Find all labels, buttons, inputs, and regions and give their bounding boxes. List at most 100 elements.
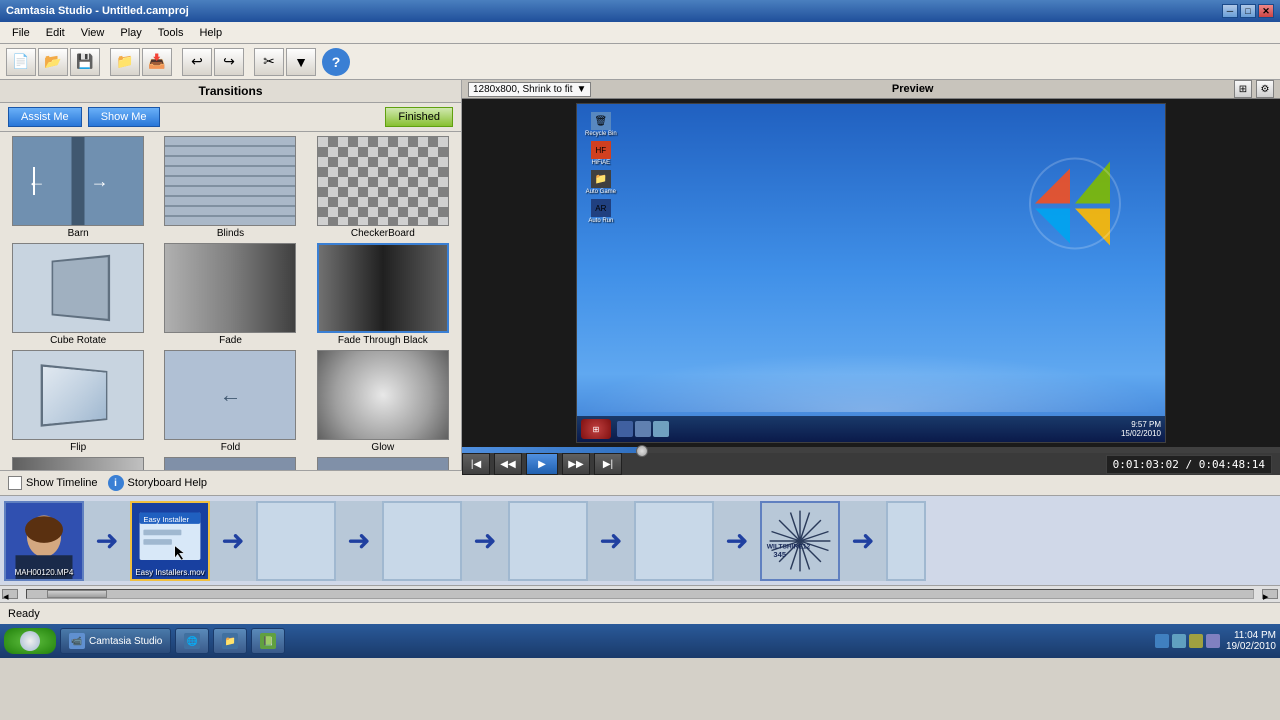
timecode-separator: / [1186,458,1199,471]
storyboard-clip-4[interactable] [382,501,462,581]
transition-blinds[interactable]: Blinds [156,136,304,239]
storyboard-clip-3[interactable] [256,501,336,581]
storyboard-transition-4[interactable]: ➜ [462,501,508,581]
title-bar: Camtasia Studio - Untitled.camproj ─ □ ✕ [0,0,1280,22]
open-file-button[interactable]: 📁 [110,48,140,76]
windows-taskbar: 📹 Camtasia Studio 🌐 📁 📗 11:04 PM 19/02/2… [0,624,1280,658]
finished-button[interactable]: Finished [385,107,453,127]
scroll-left-button[interactable]: ◂ [2,589,18,599]
transition-gradient-wipe[interactable]: Gradient Wipe [4,457,152,470]
taskbar-icon-4: 📗 [260,633,276,649]
transition-inset[interactable]: ↗↘ ↙↖ Inset [156,457,304,470]
storyboard-clip-6[interactable] [634,501,714,581]
total-time: 0:04:48:14 [1199,458,1265,471]
new-button[interactable]: 📄 [6,48,36,76]
menu-view[interactable]: View [73,25,113,41]
storyboard-transition-6[interactable]: ➜ [714,501,760,581]
maximize-button[interactable]: □ [1240,4,1256,18]
transition-arrow-3: ➜ [347,524,370,557]
transition-glow-thumb [317,350,449,440]
preview-title: Preview [597,83,1228,95]
transition-fade-thumb [164,243,296,333]
taskbar-app-3[interactable]: 📁 [213,628,247,654]
transition-fade-through-black[interactable]: Fade Through Black [309,243,457,346]
transition-barn-thumb [12,136,144,226]
flip-shape [41,364,108,426]
scroll-right-button[interactable]: ▸ [1262,589,1278,599]
storyboard-scrollbar[interactable] [26,589,1254,599]
transition-cube-rotate[interactable]: Cube Rotate [4,243,152,346]
taskbar-app-4[interactable]: 📗 [251,628,285,654]
menu-file[interactable]: File [4,25,38,41]
seek-progress [462,447,642,453]
help-button[interactable]: ? [322,48,350,76]
transition-checkerboard-label: CheckerBoard [351,228,415,239]
windows-start-button[interactable] [4,628,56,654]
transition-iris[interactable]: ↘↙ ↗↖ Iris [309,457,457,470]
show-timeline-toggle[interactable]: Show Timeline [8,476,98,490]
transition-arrow-4: ➜ [473,524,496,557]
save-button[interactable]: 💾 [70,48,100,76]
dropdown-button[interactable]: ▼ [286,48,316,76]
storyboard-clip-1[interactable]: MAH00120.MP4 [4,501,84,581]
main-content: Transitions Assist Me Show Me Finished B… [0,80,1280,470]
transition-fold[interactable]: ← Fold [156,350,304,453]
taskbar-app-camtasia[interactable]: 📹 Camtasia Studio [60,628,171,654]
show-timeline-checkbox[interactable] [8,476,22,490]
menu-edit[interactable]: Edit [38,25,73,41]
preview-settings-button[interactable]: ⚙ [1256,80,1274,98]
current-time: 0:01:03:02 [1113,458,1179,471]
transitions-grid-container[interactable]: Barn Blinds CheckerBoard Cube [0,132,461,470]
storyboard-scroll-thumb[interactable] [47,590,107,598]
cut-button[interactable]: ✂ [254,48,284,76]
storyboard-clip-end[interactable] [886,501,926,581]
transition-flip[interactable]: Flip [4,350,152,453]
storyboard-help[interactable]: i Storyboard Help [108,475,208,491]
play-button[interactable]: ▶ [526,453,558,475]
fast-forward-button[interactable]: ▶▶ [562,453,590,475]
open-button[interactable]: 📂 [38,48,68,76]
preview-fullscreen-button[interactable]: ⊞ [1234,80,1252,98]
skip-to-start-button[interactable]: |◀ [462,453,490,475]
rewind-button[interactable]: ◀◀ [494,453,522,475]
transition-checkerboard[interactable]: CheckerBoard [309,136,457,239]
storyboard-clip-5[interactable] [508,501,588,581]
storyboard-help-label: Storyboard Help [128,477,208,489]
menu-tools[interactable]: Tools [150,25,192,41]
assist-me-button[interactable]: Assist Me [8,107,82,127]
show-me-button[interactable]: Show Me [88,107,160,127]
storyboard-transition-2[interactable]: ➜ [210,501,256,581]
windows-clock-date: 19/02/2010 [1226,641,1276,652]
transitions-grid: Barn Blinds CheckerBoard Cube [4,136,457,470]
systray-icon-3 [1189,634,1203,648]
preview-tb-icon-1 [617,421,633,437]
close-button[interactable]: ✕ [1258,4,1274,18]
transition-fold-thumb: ← [164,350,296,440]
windows-systray: 11:04 PM 19/02/2010 [1155,630,1276,652]
save-as-button[interactable]: 📥 [142,48,172,76]
storyboard-transition-5[interactable]: ➜ [588,501,634,581]
resolution-selector[interactable]: 1280x800, Shrink to fit ▼ [468,82,591,97]
transition-checkerboard-thumb [317,136,449,226]
minimize-button[interactable]: ─ [1222,4,1238,18]
storyboard-clip-7[interactable]: WILTSHIRE12 345 [760,501,840,581]
storyboard-transition-3[interactable]: ➜ [336,501,382,581]
storyboard-timeline[interactable]: MAH00120.MP4 ➜ Easy Installer Easy Insta… [0,496,1280,586]
show-timeline-label: Show Timeline [26,477,98,489]
storyboard-clip-2[interactable]: Easy Installer Easy Installers.mov [130,501,210,581]
undo-button[interactable]: ↩ [182,48,212,76]
transition-barn[interactable]: Barn [4,136,152,239]
seek-bar[interactable] [462,447,1280,453]
seek-thumb[interactable] [636,445,648,457]
storyboard-transition-1[interactable]: ➜ [84,501,130,581]
transition-fade[interactable]: Fade [156,243,304,346]
taskbar-app-2[interactable]: 🌐 [175,628,209,654]
menu-help[interactable]: Help [191,25,230,41]
redo-button[interactable]: ↪ [214,48,244,76]
preview-start-button: ⊞ [581,419,611,439]
storyboard-help-icon: i [108,475,124,491]
menu-play[interactable]: Play [112,25,149,41]
transition-glow[interactable]: Glow [309,350,457,453]
skip-to-end-button[interactable]: ▶| [594,453,622,475]
storyboard-transition-7[interactable]: ➜ [840,501,886,581]
